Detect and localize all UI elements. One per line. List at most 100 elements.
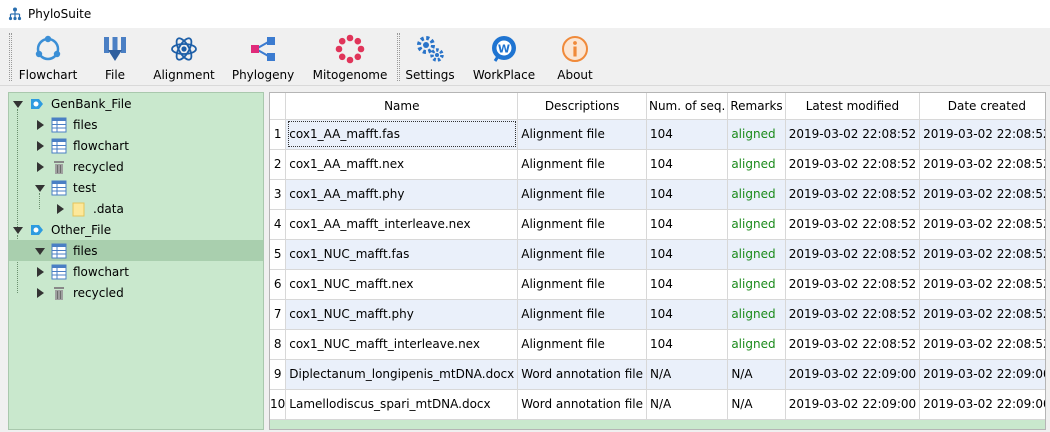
cell-remarks[interactable]: N/A	[727, 389, 786, 420]
cell-date-created[interactable]: 2019-03-02 22:08:52	[919, 299, 1045, 330]
cell-num-seq[interactable]: 104	[646, 239, 729, 270]
collapsed-arrow-icon[interactable]	[35, 119, 45, 130]
table-row[interactable]: 1 cox1_AA_mafft.fas Alignment file 104 a…	[270, 119, 1045, 150]
cell-latest-modified[interactable]: 2019-03-02 22:09:00	[785, 359, 921, 390]
tree-item-other-file[interactable]: Other_File	[9, 219, 263, 240]
cell-num-seq[interactable]: 104	[646, 209, 729, 240]
phylogeny-button[interactable]: Phylogeny	[232, 34, 294, 84]
cell-num-seq[interactable]: 104	[646, 269, 729, 300]
collapsed-arrow-icon[interactable]	[35, 140, 45, 151]
row-number[interactable]: 1	[270, 119, 287, 150]
row-number[interactable]: 9	[270, 359, 287, 390]
expanded-arrow-icon[interactable]	[13, 225, 23, 235]
cell-name[interactable]: cox1_AA_mafft.phy	[285, 179, 519, 210]
column-header-latest-modified[interactable]: Latest modified	[785, 93, 921, 120]
cell-description[interactable]: Alignment file	[517, 299, 647, 330]
tree-item-other-recycled[interactable]: recycled	[9, 282, 263, 303]
cell-latest-modified[interactable]: 2019-03-02 22:09:00	[785, 389, 921, 420]
cell-date-created[interactable]: 2019-03-02 22:09:00	[919, 389, 1045, 420]
row-number[interactable]: 5	[270, 239, 287, 270]
cell-num-seq[interactable]: 104	[646, 119, 729, 150]
table-row[interactable]: 5 cox1_NUC_mafft.fas Alignment file 104 …	[270, 239, 1045, 270]
cell-remarks[interactable]: aligned	[727, 239, 786, 270]
table-row[interactable]: 6 cox1_NUC_mafft.nex Alignment file 104 …	[270, 269, 1045, 300]
cell-date-created[interactable]: 2019-03-02 22:08:52	[919, 179, 1045, 210]
row-number[interactable]: 7	[270, 299, 287, 330]
settings-button[interactable]: Settings	[405, 34, 455, 84]
cell-description[interactable]: Alignment file	[517, 149, 647, 180]
workplace-tree[interactable]: GenBank_File files flowchart recycled te…	[8, 92, 264, 430]
table-row[interactable]: 3 cox1_AA_mafft.phy Alignment file 104 a…	[270, 179, 1045, 210]
tree-item-genbank-recycled[interactable]: recycled	[9, 156, 263, 177]
cell-name[interactable]: cox1_NUC_mafft.fas	[285, 239, 519, 270]
cell-description[interactable]: Alignment file	[517, 269, 647, 300]
flowchart-button[interactable]: Flowchart	[18, 34, 78, 84]
toolbar-grip[interactable]	[9, 33, 12, 81]
mitogenome-button[interactable]: Mitogenome	[311, 34, 389, 84]
cell-description[interactable]: Alignment file	[517, 209, 647, 240]
cell-remarks[interactable]: aligned	[727, 299, 786, 330]
about-button[interactable]: About	[554, 34, 596, 84]
cell-latest-modified[interactable]: 2019-03-02 22:08:52	[785, 239, 921, 270]
tree-item-other-files[interactable]: files	[9, 240, 263, 261]
tree-item-other-flowchart[interactable]: flowchart	[9, 261, 263, 282]
cell-description[interactable]: Word annotation file	[517, 389, 647, 420]
cell-num-seq[interactable]: 104	[646, 149, 729, 180]
cell-latest-modified[interactable]: 2019-03-02 22:08:52	[785, 299, 921, 330]
cell-description[interactable]: Alignment file	[517, 329, 647, 360]
cell-name[interactable]: cox1_AA_mafft.fas	[285, 119, 519, 150]
workplace-button[interactable]: W WorkPlace	[472, 34, 536, 84]
cell-latest-modified[interactable]: 2019-03-02 22:08:52	[785, 149, 921, 180]
column-header-descriptions[interactable]: Descriptions	[517, 93, 647, 120]
cell-date-created[interactable]: 2019-03-02 22:08:52	[919, 149, 1045, 180]
table-row[interactable]: 8 cox1_NUC_mafft_interleave.nex Alignmen…	[270, 329, 1045, 360]
collapsed-arrow-icon[interactable]	[35, 161, 45, 172]
cell-remarks[interactable]: aligned	[727, 119, 786, 150]
cell-num-seq[interactable]: 104	[646, 299, 729, 330]
table-row[interactable]: 9 Diplectanum_longipenis_mtDNA.docx Word…	[270, 359, 1045, 390]
expanded-arrow-icon[interactable]	[13, 99, 23, 109]
tree-item-genbank-file[interactable]: GenBank_File	[9, 93, 263, 114]
column-header-date-created[interactable]: Date created	[919, 93, 1045, 120]
cell-date-created[interactable]: 2019-03-02 22:08:52	[919, 239, 1045, 270]
cell-remarks[interactable]: aligned	[727, 179, 786, 210]
cell-num-seq[interactable]: N/A	[646, 359, 729, 390]
cell-name[interactable]: Lamellodiscus_spari_mtDNA.docx	[285, 389, 519, 420]
table-row[interactable]: 2 cox1_AA_mafft.nex Alignment file 104 a…	[270, 149, 1045, 180]
tree-item-genbank-files[interactable]: files	[9, 114, 263, 135]
column-header-num-seq[interactable]: Num. of seq.	[646, 93, 729, 120]
cell-remarks[interactable]: N/A	[727, 359, 786, 390]
cell-latest-modified[interactable]: 2019-03-02 22:08:52	[785, 209, 921, 240]
cell-remarks[interactable]: aligned	[727, 269, 786, 300]
collapsed-arrow-icon[interactable]	[35, 266, 45, 277]
cell-name[interactable]: Diplectanum_longipenis_mtDNA.docx	[285, 359, 519, 390]
cell-num-seq[interactable]: 104	[646, 179, 729, 210]
tree-item-genbank-flowchart[interactable]: flowchart	[9, 135, 263, 156]
file-button[interactable]: File	[96, 34, 134, 84]
expanded-arrow-icon[interactable]	[35, 183, 45, 193]
cell-name[interactable]: cox1_NUC_mafft.nex	[285, 269, 519, 300]
collapsed-arrow-icon[interactable]	[35, 287, 45, 298]
collapsed-arrow-icon[interactable]	[55, 203, 65, 214]
cell-date-created[interactable]: 2019-03-02 22:08:52	[919, 269, 1045, 300]
column-header-name[interactable]: Name	[285, 93, 519, 120]
row-number[interactable]: 2	[270, 149, 287, 180]
cell-description[interactable]: Alignment file	[517, 119, 647, 150]
table-row[interactable]: 4 cox1_AA_mafft_interleave.nex Alignment…	[270, 209, 1045, 240]
cell-date-created[interactable]: 2019-03-02 22:09:00	[919, 359, 1045, 390]
corner-header[interactable]	[270, 93, 287, 120]
cell-date-created[interactable]: 2019-03-02 22:08:52	[919, 209, 1045, 240]
row-number[interactable]: 6	[270, 269, 287, 300]
tree-item-data-folder[interactable]: .data	[9, 198, 263, 219]
cell-latest-modified[interactable]: 2019-03-02 22:08:52	[785, 269, 921, 300]
row-number[interactable]: 8	[270, 329, 287, 360]
cell-latest-modified[interactable]: 2019-03-02 22:08:52	[785, 329, 921, 360]
row-number[interactable]: 3	[270, 179, 287, 210]
cell-remarks[interactable]: aligned	[727, 329, 786, 360]
cell-latest-modified[interactable]: 2019-03-02 22:08:52	[785, 179, 921, 210]
cell-remarks[interactable]: aligned	[727, 149, 786, 180]
column-header-remarks[interactable]: Remarks	[727, 93, 786, 120]
cell-name[interactable]: cox1_AA_mafft.nex	[285, 149, 519, 180]
cell-description[interactable]: Word annotation file	[517, 359, 647, 390]
expanded-arrow-icon[interactable]	[35, 246, 45, 256]
